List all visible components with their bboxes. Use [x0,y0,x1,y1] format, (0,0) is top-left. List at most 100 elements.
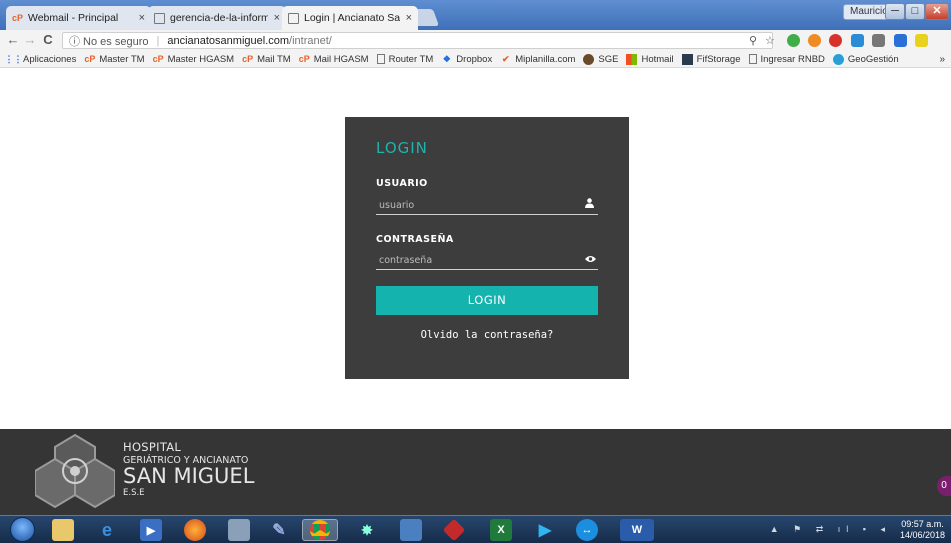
bookmark-router-tm[interactable]: Router TM [376,53,434,65]
bookmark-miplanilla[interactable]: ✔ Miplanilla.com [500,54,575,65]
back-button[interactable]: ← [5,32,21,48]
show-password-eye-icon[interactable] [585,255,596,266]
apps-icon: ⋮⋮ [4,53,23,64]
extension-check-icon[interactable] [787,34,800,47]
bookmark-mail-tm[interactable]: cP Mail TM [242,54,291,65]
excel-icon[interactable]: X [490,519,512,541]
tab-close-icon[interactable]: × [274,12,280,24]
bookmark-label: Miplanilla.com [515,53,576,65]
bookmark-ingresar-rnbd[interactable]: Ingresar RNBD [748,54,825,65]
page-icon [376,54,385,64]
bookmark-geogestion[interactable]: GeoGestión [832,53,899,65]
storage-icon [681,53,693,65]
address-separator: | [156,34,160,47]
password-input[interactable] [376,252,598,270]
bookmark-label: Master TM [99,53,145,65]
bookmark-hotmail[interactable]: Hotmail [626,53,674,65]
forward-button[interactable]: → [22,32,38,48]
extension-s-icon[interactable] [894,34,907,47]
bookmarks-overflow-button[interactable]: » [939,51,945,68]
word-icon[interactable]: W [620,519,654,541]
tab-close-icon[interactable]: × [406,12,412,24]
anydesk-icon[interactable] [442,518,466,542]
hospital-name: HOSPITAL GERIÁTRICO Y ANCIANATO SAN MIGU… [123,440,255,498]
hospital-name-line1: HOSPITAL [123,440,182,454]
bookmark-apps[interactable]: ⋮⋮ Aplicaciones [4,53,77,65]
clock[interactable]: 09:57 a.m. 14/06/2018 [900,519,945,541]
network-tool-icon[interactable]: ✸ [356,519,378,541]
tab-title: gerencia-de-la-informació [170,12,268,24]
page-icon [288,12,299,24]
remote-desktop-icon[interactable] [400,519,422,541]
bookmark-label: Aplicaciones [23,53,77,65]
maximize-button[interactable]: □ [905,3,925,20]
username-label: USUARIO [376,178,428,189]
forgot-password-link[interactable]: Olvido la contraseña? [345,329,629,341]
cpanel-icon: cP [152,54,164,64]
cpanel-icon: cP [242,54,254,64]
page-icon [748,54,757,64]
start-button[interactable] [10,517,35,542]
bookmark-label: Router TM [388,53,434,65]
reload-button[interactable]: C [40,32,56,48]
bookmark-sge[interactable]: SGE [583,53,619,65]
cpanel-icon: cP [12,13,24,23]
bookmark-mail-hgasm[interactable]: cP Mail HGASM [299,54,369,65]
tab-title: Login | Ancianato San Mi [304,12,400,24]
bookmark-fifstorage[interactable]: FifStorage [681,53,741,65]
chat-widget-badge[interactable]: 0 [937,476,951,496]
username-input[interactable] [376,197,598,215]
hospital-name-line4: E.S.E [123,488,145,498]
bookmark-label: FifStorage [696,53,741,65]
chrome-taskbar-button[interactable] [302,519,338,541]
bookmark-label: Hotmail [641,53,674,65]
browser-tab-strip: cP Webmail - Principal × gerencia-de-la-… [0,0,951,30]
teamviewer-icon[interactable]: ↔ [576,519,598,541]
extension-save-icon[interactable] [872,34,885,47]
login-title: LOGIN [376,139,428,157]
extension-n-icon[interactable] [915,34,928,47]
firefox-icon[interactable] [184,519,206,541]
tab-close-icon[interactable]: × [139,12,145,24]
media-player-icon[interactable]: ▶ [140,519,162,541]
close-window-button[interactable]: ✕ [925,3,949,20]
bookmark-label: Mail TM [257,53,291,65]
check-icon: ✔ [501,53,510,64]
file-explorer-icon[interactable] [52,519,74,541]
internet-explorer-icon[interactable]: e [96,519,118,541]
login-card: LOGIN USUARIO CONTRASEÑA LOGIN Olvido la… [345,117,629,379]
calculator-icon[interactable] [228,519,250,541]
tab-gerencia[interactable]: gerencia-de-la-informació × [148,6,286,30]
bookmark-dropbox[interactable]: ❖ Dropbox [441,54,492,65]
clock-time: 09:57 a.m. [901,519,944,529]
browser-toolbar: ← → C ⓘ No es seguro | ancianatosanmigue… [0,30,951,51]
tab-login-ancianato[interactable]: Login | Ancianato San Mi × [282,6,418,30]
extension-cookie-icon[interactable] [808,34,821,47]
tab-webmail[interactable]: cP Webmail - Principal × [6,6,151,30]
bookmark-label: GeoGestión [847,53,899,65]
tab-title: Webmail - Principal [28,12,119,24]
chrome-icon [310,520,330,540]
minimize-button[interactable]: ─ [885,3,905,20]
bookmark-master-hgasm[interactable]: cP Master HGASM [153,54,235,65]
paint-icon[interactable]: ✎ [268,519,290,541]
hospital-name-line3: SAN MIGUEL [123,464,255,488]
bookmark-star-icon[interactable]: ☆ [765,33,775,50]
system-tray[interactable]: ▲ ⚑ ⇄ ıl ▪ ◂ [770,524,891,535]
play-store-icon[interactable]: ▶ [534,519,556,541]
bookmark-master-tm[interactable]: cP Master TM [84,54,144,65]
dropbox-icon: ❖ [442,53,451,64]
login-button[interactable]: LOGIN [376,286,598,315]
adblock-icon[interactable] [829,34,842,47]
url-host: ancianatosanmiguel.com [167,34,290,47]
sge-icon [583,53,595,65]
bookmark-label: Dropbox [456,53,493,65]
clock-date: 14/06/2018 [899,530,945,540]
extension-person-icon[interactable] [851,34,864,47]
cpanel-icon: cP [84,54,96,64]
bookmark-label: SGE [598,53,619,65]
security-indicator[interactable]: ⓘ No es seguro [69,33,148,49]
user-icon [585,198,594,211]
zoom-icon[interactable]: ⚲ [749,33,757,50]
address-bar[interactable]: ⓘ No es seguro | ancianatosanmiguel.com /… [62,32,775,50]
